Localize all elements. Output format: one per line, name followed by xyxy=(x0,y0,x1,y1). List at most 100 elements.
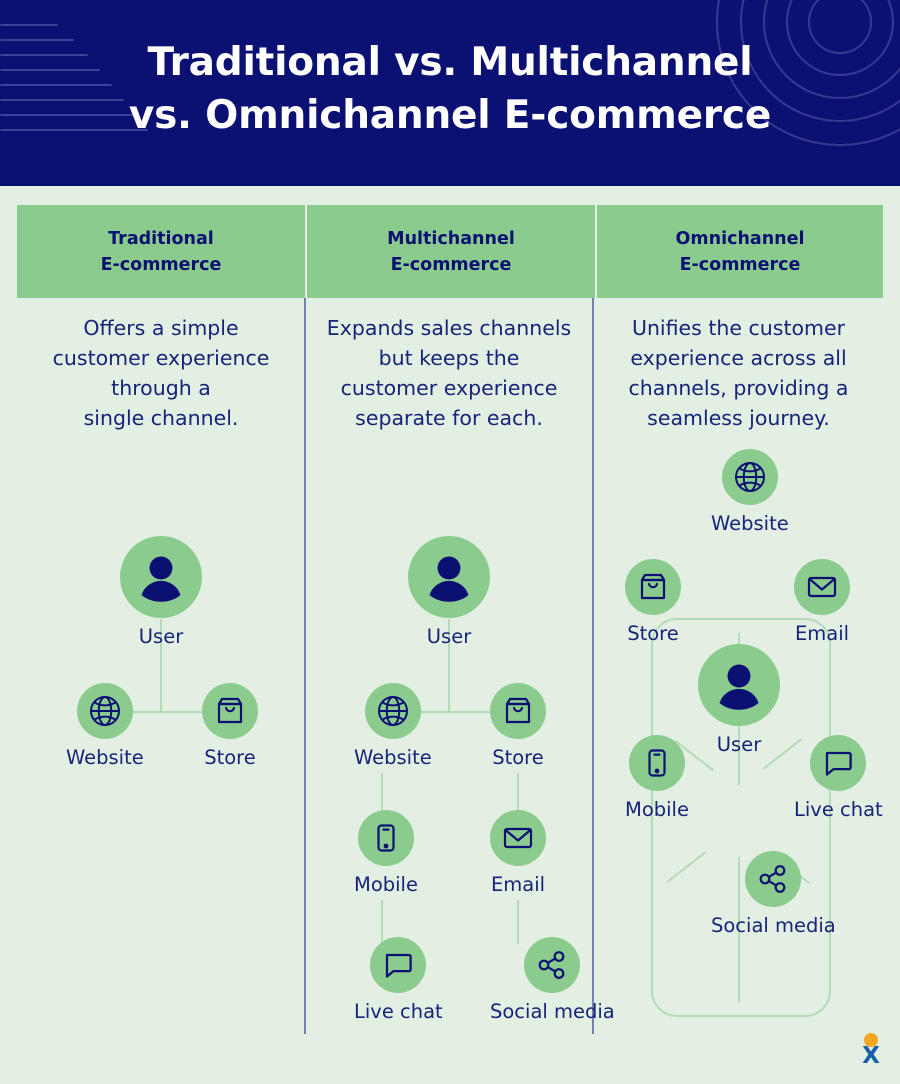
node-social[interactable]: Social media xyxy=(711,851,836,938)
node-user[interactable]: User xyxy=(120,536,202,649)
envelope-icon xyxy=(807,576,837,598)
node-label-store: Store xyxy=(204,746,256,769)
shopping-bag-icon xyxy=(217,697,243,724)
node-website[interactable]: Website xyxy=(354,683,432,770)
globe-icon xyxy=(89,696,120,726)
node-store[interactable]: Store xyxy=(490,683,546,770)
column-header-row: Traditional E-commerce Multichannel E-co… xyxy=(17,205,883,298)
desc-line: channels, providing a xyxy=(628,376,849,400)
node-store[interactable]: Store xyxy=(625,559,681,646)
node-label-website: Website xyxy=(354,746,432,769)
column-header-traditional-line-2: E-commerce xyxy=(100,254,222,275)
share-nodes-icon xyxy=(538,951,565,979)
column-header-multichannel: Multichannel E-commerce xyxy=(307,205,595,298)
livechat-icon-circle xyxy=(810,735,867,791)
node-user[interactable]: User xyxy=(698,644,780,757)
globe-icon xyxy=(734,462,765,492)
node-label-social: Social media xyxy=(711,914,836,937)
desc-line: separate for each. xyxy=(355,406,543,430)
shopping-bag-icon xyxy=(640,573,666,600)
logo-letter: X xyxy=(862,1043,880,1069)
page-title-line-2: vs. Omnichannel E-commerce xyxy=(128,93,772,138)
social-icon-circle xyxy=(745,851,802,907)
column-header-traditional: Traditional E-commerce xyxy=(17,205,305,298)
desc-line: customer experience xyxy=(340,376,558,400)
email-icon-circle xyxy=(490,810,546,866)
chat-bubble-icon xyxy=(826,751,853,776)
user-icon xyxy=(429,556,469,602)
node-mobile[interactable]: Mobile xyxy=(625,735,689,822)
website-icon-circle xyxy=(364,683,421,739)
website-icon-circle xyxy=(76,683,133,739)
column-header-traditional-line-1: Traditional xyxy=(108,228,214,249)
desc-line: single channel. xyxy=(83,406,239,430)
node-livechat[interactable]: Live chat xyxy=(354,937,443,1024)
column-header-omnichannel-line-1: Omnichannel xyxy=(675,228,805,249)
user-icon xyxy=(719,664,759,710)
infographic-page: Traditional vs. Multichannel vs. Omnicha… xyxy=(0,0,900,1084)
social-icon-circle xyxy=(524,937,581,993)
desc-line: but keeps the xyxy=(378,346,520,370)
column-header-omnichannel: Omnichannel E-commerce xyxy=(597,205,883,298)
envelope-icon xyxy=(503,827,533,849)
node-label-store: Store xyxy=(627,622,679,645)
column-header-multichannel-line-1: Multichannel xyxy=(387,228,515,249)
brand-logo[interactable]: X xyxy=(857,1033,885,1069)
column-traditional: Offers a simple customer experience thro… xyxy=(17,298,305,953)
store-icon-circle xyxy=(490,683,546,739)
node-label-website: Website xyxy=(711,512,789,535)
node-label-email: Email xyxy=(794,622,850,645)
column-description-traditional: Offers a simple customer experience thro… xyxy=(17,298,305,433)
diagram-multichannel: User Website Store Mobile Email Live cha… xyxy=(306,433,615,1084)
website-icon-circle xyxy=(721,449,778,505)
column-header-omnichannel-line-2: E-commerce xyxy=(679,254,801,275)
column-multichannel: Expands sales channels but keeps the cus… xyxy=(306,298,615,1084)
mobile-icon-circle xyxy=(628,735,685,791)
desc-line: customer experience xyxy=(52,346,270,370)
column-omnichannel: Unifies the customer experience across a… xyxy=(594,298,883,1084)
page-title-line-1: Traditional vs. Multichannel xyxy=(147,40,753,85)
node-label-email: Email xyxy=(490,873,546,896)
user-icon-circle xyxy=(408,536,490,618)
node-label-store: Store xyxy=(492,746,544,769)
desc-line: through a xyxy=(111,376,211,400)
store-icon-circle xyxy=(202,683,258,739)
livechat-icon-circle xyxy=(370,937,427,993)
column-description-omnichannel: Unifies the customer experience across a… xyxy=(594,298,883,433)
node-store[interactable]: Store xyxy=(202,683,258,770)
user-icon xyxy=(141,556,181,602)
node-label-user: User xyxy=(426,625,472,648)
node-mobile[interactable]: Mobile xyxy=(354,810,418,897)
share-nodes-icon xyxy=(759,865,786,893)
node-email[interactable]: Email xyxy=(794,559,850,646)
store-icon-circle xyxy=(625,559,681,615)
desc-line: Expands sales channels xyxy=(326,316,572,340)
email-icon-circle xyxy=(794,559,850,615)
node-label-livechat: Live chat xyxy=(354,1000,443,1023)
node-user[interactable]: User xyxy=(408,536,490,649)
desc-line: Unifies the customer xyxy=(631,316,846,340)
comparison-board: Traditional E-commerce Multichannel E-co… xyxy=(0,186,900,1084)
node-label-mobile: Mobile xyxy=(354,873,418,896)
column-header-multichannel-line-2: E-commerce xyxy=(390,254,512,275)
node-email[interactable]: Email xyxy=(490,810,546,897)
mobile-phone-icon xyxy=(648,749,666,777)
node-label-user: User xyxy=(716,733,762,756)
node-label-website: Website xyxy=(66,746,144,769)
node-website[interactable]: Website xyxy=(711,449,789,536)
page-title: Traditional vs. Multichannel vs. Omnicha… xyxy=(0,36,900,142)
node-label-user: User xyxy=(138,625,184,648)
column-description-multichannel: Expands sales channels but keeps the cus… xyxy=(306,298,592,433)
user-icon-circle xyxy=(120,536,202,618)
node-label-livechat: Live chat xyxy=(794,798,883,821)
desc-line: experience across all xyxy=(630,346,847,370)
node-livechat[interactable]: Live chat xyxy=(794,735,883,822)
node-label-mobile: Mobile xyxy=(625,798,689,821)
node-website[interactable]: Website xyxy=(66,683,144,770)
diagram-traditional: User Website Store xyxy=(17,433,305,953)
desc-line: seamless journey. xyxy=(647,406,830,430)
desc-line: Offers a simple xyxy=(83,316,239,340)
chat-bubble-icon xyxy=(386,953,413,978)
shopping-bag-icon xyxy=(505,697,531,724)
globe-icon xyxy=(377,696,408,726)
